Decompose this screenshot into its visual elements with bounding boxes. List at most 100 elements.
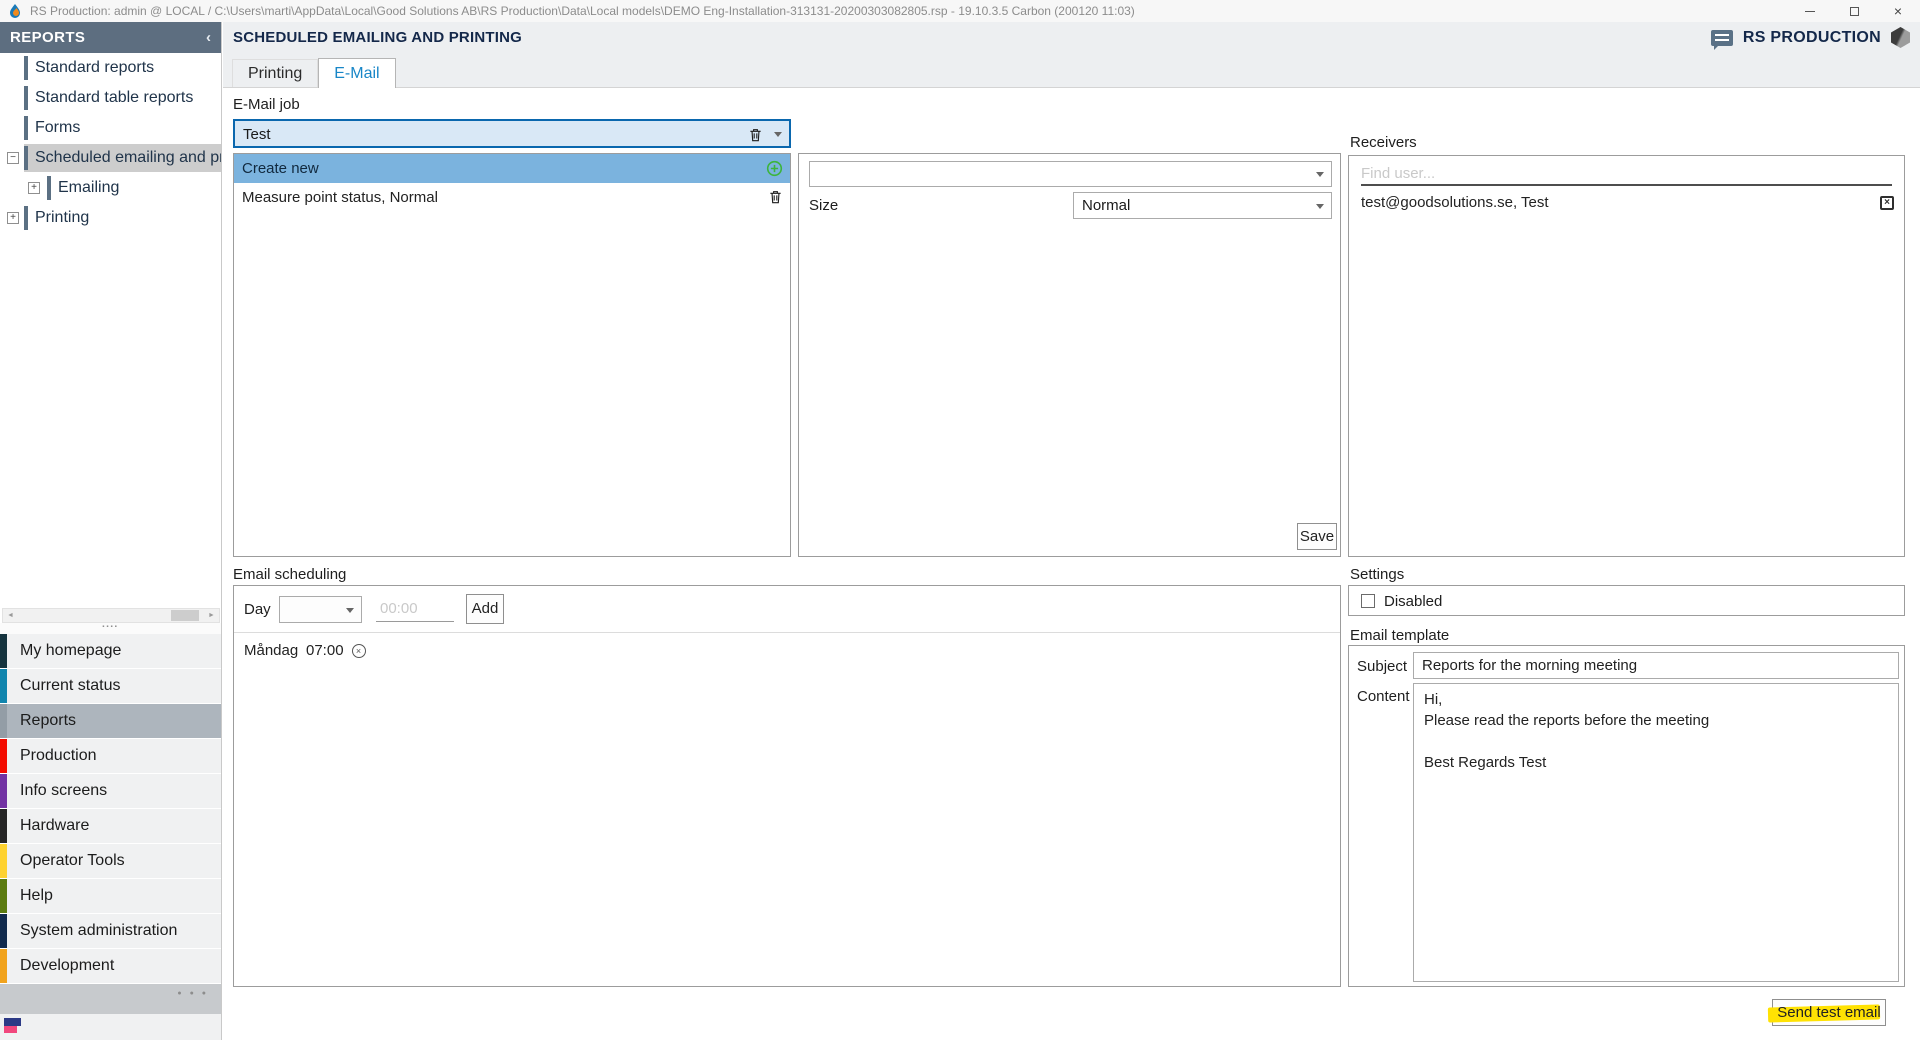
menu-stripe: [0, 844, 7, 878]
email-scheduling-panel: Day 00:00 Add Måndag 07:00 ×: [233, 585, 1341, 987]
menu-stripe: [0, 879, 7, 913]
tree-guide-bar: [24, 116, 28, 140]
tree-item-standard-reports[interactable]: Standard reports: [0, 53, 221, 83]
chat-icon[interactable]: [1711, 30, 1733, 46]
time-input[interactable]: 00:00: [376, 596, 454, 622]
restore-icon: [1850, 7, 1859, 16]
settings-label: Settings: [1350, 566, 1404, 583]
menu-stripe: [0, 914, 7, 948]
menu-overflow-bar[interactable]: ● ● ●: [0, 984, 221, 1014]
menu-stripe: [0, 704, 7, 738]
email-job-combobox[interactable]: Test: [233, 119, 791, 148]
disabled-checkbox[interactable]: [1361, 594, 1375, 608]
email-scheduling-label: Email scheduling: [233, 566, 346, 583]
menu-stripe: [0, 669, 7, 703]
tree-item-emailing[interactable]: + Emailing: [0, 173, 221, 203]
expand-expander-icon[interactable]: +: [28, 182, 40, 194]
scrollbar-thumb[interactable]: [171, 610, 199, 621]
size-combobox[interactable]: Normal: [1073, 192, 1332, 219]
flag-pink: [4, 1026, 17, 1033]
delete-job-trash-icon[interactable]: [748, 127, 763, 143]
schedule-time: 07:00: [306, 642, 344, 659]
title-bar: RS Production: admin @ LOCAL / C:\Users\…: [0, 0, 1920, 22]
chevron-down-icon[interactable]: [1316, 172, 1324, 177]
sidebar-title: REPORTS: [10, 29, 85, 46]
minimize-button[interactable]: [1788, 0, 1832, 22]
tree-item-forms[interactable]: Forms: [0, 113, 221, 143]
size-label: Size: [809, 197, 838, 214]
menu-item-my-homepage[interactable]: My homepage: [0, 634, 221, 668]
remove-receiver-icon[interactable]: ×: [1880, 196, 1894, 210]
email-template-label: Email template: [1350, 627, 1449, 644]
scroll-left-icon[interactable]: ◄: [3, 609, 18, 622]
menu-item-help[interactable]: Help: [0, 879, 221, 913]
tree-item-scheduled-emailing[interactable]: − Scheduled emailing and printing: [0, 143, 221, 173]
report-combobox[interactable]: [809, 161, 1332, 187]
tree-guide-bar: [24, 146, 28, 170]
menu-item-info-screens[interactable]: Info screens: [0, 774, 221, 808]
tab-strip: Printing E-Mail: [223, 53, 1920, 88]
settings-panel: Disabled: [1348, 585, 1905, 616]
chevron-down-icon[interactable]: [774, 132, 782, 137]
save-button[interactable]: Save: [1297, 523, 1337, 550]
email-template-panel: Subject Reports for the morning meeting …: [1348, 645, 1905, 987]
main-menu: My homepage Current status Reports Produ…: [0, 634, 221, 984]
flag-icon: [4, 1018, 21, 1033]
day-combobox[interactable]: [279, 596, 362, 623]
close-button[interactable]: ×: [1876, 0, 1920, 22]
menu-item-operator-tools[interactable]: Operator Tools: [0, 844, 221, 878]
menu-item-production[interactable]: Production: [0, 739, 221, 773]
job-editor-panel: Size Normal Save: [798, 153, 1341, 557]
add-schedule-button[interactable]: Add: [466, 594, 504, 624]
sidebar-collapse-icon[interactable]: ‹: [206, 29, 211, 46]
tree-item-standard-table-reports[interactable]: Standard table reports: [0, 83, 221, 113]
chevron-down-icon[interactable]: [346, 608, 354, 613]
collapse-expander-icon[interactable]: −: [7, 152, 19, 164]
menu-item-hardware[interactable]: Hardware: [0, 809, 221, 843]
add-job-plus-icon[interactable]: [766, 160, 783, 177]
scroll-right-icon[interactable]: ►: [204, 609, 219, 622]
remove-schedule-icon[interactable]: ×: [352, 644, 366, 658]
tab-printing[interactable]: Printing: [232, 59, 318, 87]
restore-button[interactable]: [1832, 0, 1876, 22]
day-label: Day: [244, 601, 271, 618]
email-job-value: Test: [243, 126, 271, 143]
receiver-entry: test@goodsolutions.se, Test ×: [1361, 194, 1894, 214]
schedule-entry: Måndag 07:00 ×: [244, 642, 366, 659]
menu-stripe: [0, 774, 7, 808]
sidebar-splitter[interactable]: ▪▪▪▪: [0, 623, 221, 634]
subject-input[interactable]: Reports for the morning meeting: [1413, 652, 1899, 679]
tree-item-printing[interactable]: + Printing: [0, 203, 221, 233]
menu-item-current-status[interactable]: Current status: [0, 669, 221, 703]
expand-expander-icon[interactable]: +: [7, 212, 19, 224]
tab-email[interactable]: E-Mail: [318, 58, 395, 88]
menu-stripe: [0, 949, 7, 983]
content-area: E-Mail job Test Create new Measure point…: [223, 88, 1920, 1040]
reports-tree: Standard reports Standard table reports …: [0, 53, 221, 608]
menu-item-reports[interactable]: Reports: [0, 704, 221, 738]
delete-job-trash-icon[interactable]: [768, 189, 783, 205]
disabled-label: Disabled: [1384, 593, 1442, 610]
tree-guide-bar: [24, 86, 28, 110]
menu-item-system-administration[interactable]: System administration: [0, 914, 221, 948]
chevron-down-icon[interactable]: [1316, 204, 1324, 209]
flag-blue: [4, 1018, 21, 1026]
tree-guide-bar: [47, 176, 51, 200]
find-user-input[interactable]: Find user...: [1361, 162, 1892, 186]
job-list-item-create-new[interactable]: Create new: [234, 154, 790, 183]
email-job-list: Create new Measure point status, Normal: [233, 153, 791, 557]
sidebar-footer: [0, 1014, 221, 1040]
menu-stripe: [0, 739, 7, 773]
window-title: RS Production: admin @ LOCAL / C:\Users\…: [30, 4, 1135, 18]
send-test-email-button[interactable]: Send test email: [1772, 999, 1886, 1026]
content-textarea[interactable]: Hi, Please read the reports before the m…: [1413, 683, 1899, 982]
tree-guide-bar: [24, 206, 28, 230]
job-list-item-measure-point[interactable]: Measure point status, Normal: [234, 183, 790, 212]
hexagon-logo-icon: [1891, 27, 1910, 48]
minimize-icon: [1805, 11, 1815, 12]
menu-item-development[interactable]: Development: [0, 949, 221, 983]
schedule-day: Måndag: [244, 642, 306, 659]
menu-stripe: [0, 634, 7, 668]
tree-horizontal-scrollbar[interactable]: ◄ ►: [2, 608, 220, 623]
receivers-label: Receivers: [1350, 134, 1417, 151]
